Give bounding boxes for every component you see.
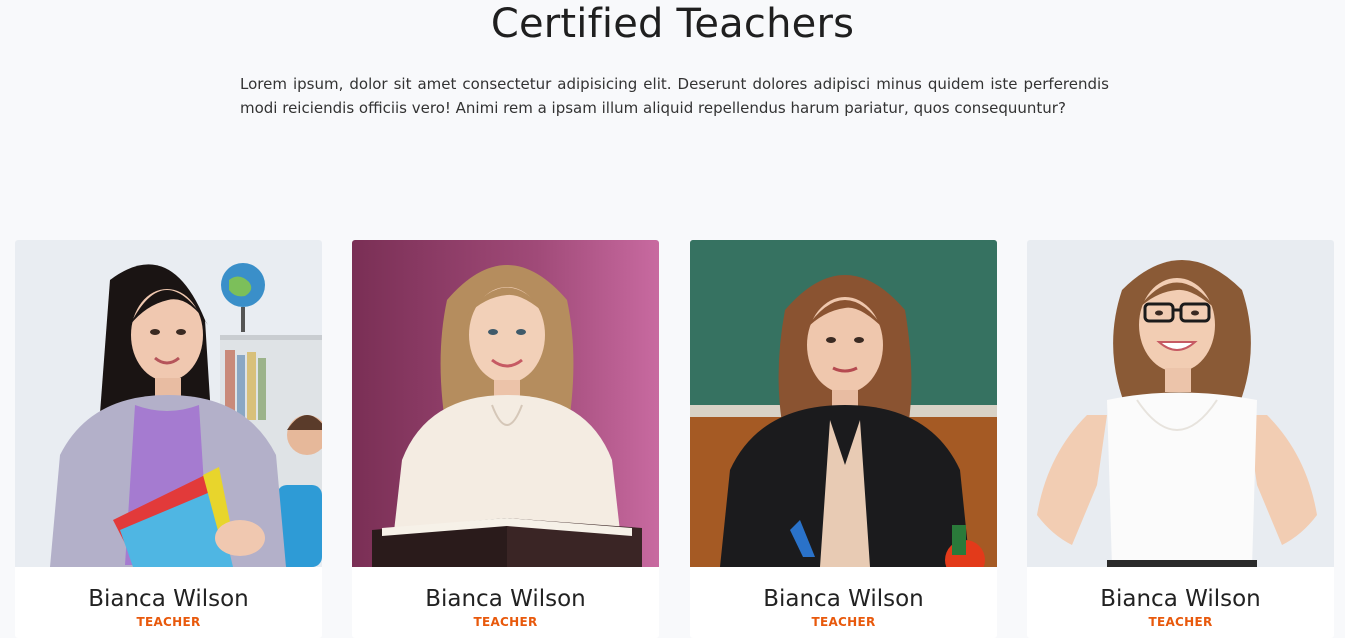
teacher-role: TEACHER xyxy=(473,615,538,629)
section-description: Lorem ipsum, dolor sit amet consectetur … xyxy=(240,75,1109,117)
teacher-photo xyxy=(690,240,997,567)
teacher-name: Bianca Wilson xyxy=(88,586,249,612)
teacher-name: Bianca Wilson xyxy=(763,586,924,612)
teacher-name: Bianca Wilson xyxy=(1100,586,1261,612)
teacher-name: Bianca Wilson xyxy=(425,586,586,612)
teacher-photo xyxy=(1027,240,1334,567)
teacher-role: TEACHER xyxy=(136,615,201,629)
teacher-card[interactable]: Bianca Wilson TEACHER xyxy=(352,240,659,638)
teacher-card[interactable]: Bianca Wilson TEACHER xyxy=(15,240,322,638)
section-title: Certified Teachers xyxy=(490,1,855,47)
teacher-role: TEACHER xyxy=(1148,615,1213,629)
teacher-cards: Bianca Wilson TEACHER Bianca Wilson TEAC… xyxy=(15,240,1335,638)
teacher-card[interactable]: Bianca Wilson TEACHER xyxy=(1027,240,1334,638)
teacher-photo xyxy=(352,240,659,567)
teacher-photo xyxy=(15,240,322,567)
teacher-card[interactable]: Bianca Wilson TEACHER xyxy=(690,240,997,638)
teacher-role: TEACHER xyxy=(811,615,876,629)
